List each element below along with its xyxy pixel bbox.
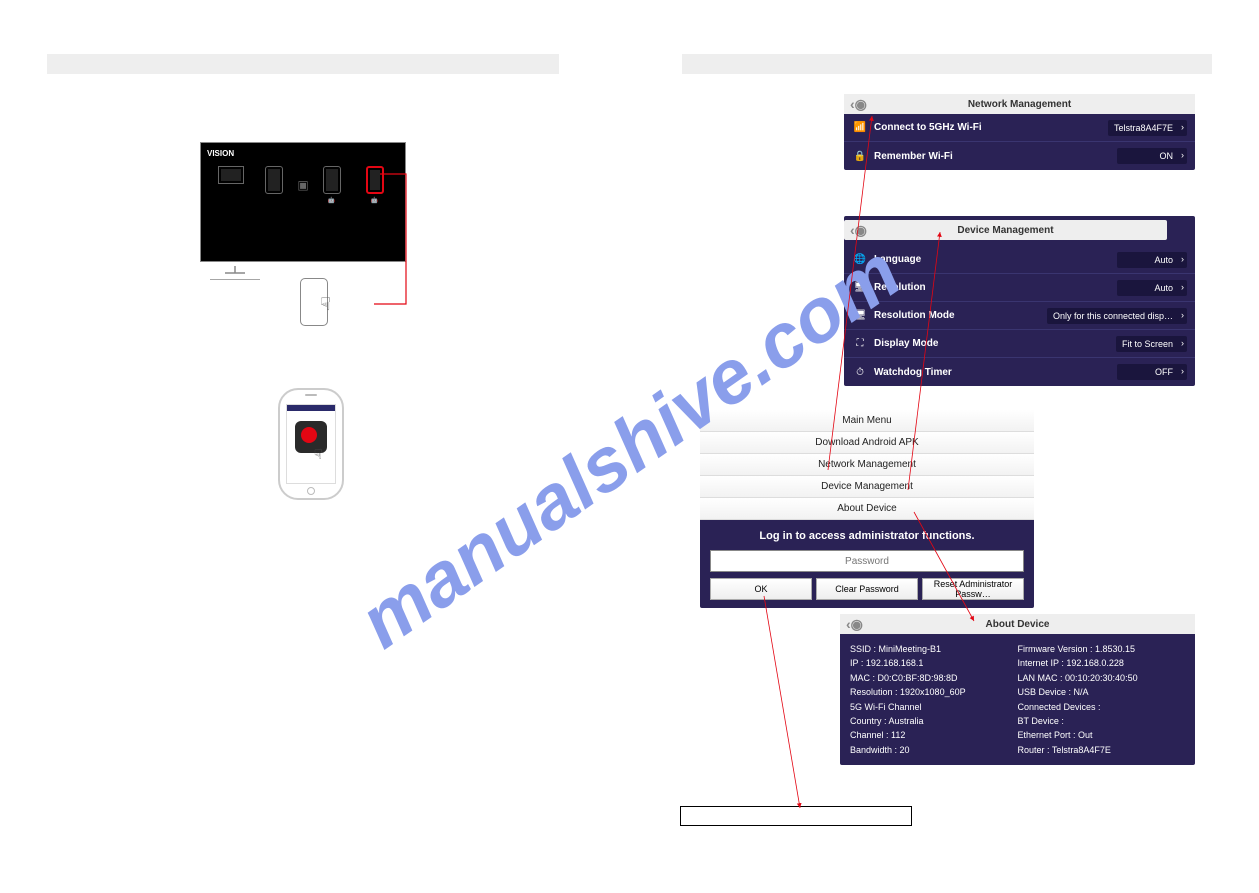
device-title: Device Management — [957, 225, 1053, 236]
header-bar-left — [47, 54, 559, 74]
row-icon: 🖥 — [852, 310, 868, 321]
back-icon[interactable]: ‹◉ — [850, 96, 867, 113]
phone-scan-diagram: ☟ — [300, 278, 328, 326]
phone-app-diagram: ☟ — [278, 388, 344, 500]
tv-option-pc — [211, 166, 251, 204]
device-row-0[interactable]: 🌐 LanguageAuto — [844, 246, 1195, 274]
connect-5ghz-label: Connect to 5GHz Wi-Fi — [874, 122, 1108, 133]
about-ip: IP : 192.168.168.1 — [850, 656, 1018, 670]
lock-icon: 🔒 — [852, 151, 868, 162]
back-icon[interactable]: ‹◉ — [846, 616, 863, 633]
row-value: Auto — [1117, 252, 1187, 268]
ok-button[interactable]: OK — [710, 578, 812, 600]
menu-item-1[interactable]: Download Android APK — [700, 432, 1034, 454]
password-input[interactable] — [710, 550, 1024, 572]
remember-wifi-value: ON — [1117, 148, 1187, 164]
device-panel-header: ‹◉ Device Management — [844, 220, 1167, 240]
about-device-panel: ‹◉ About Device SSID : MiniMeeting-B1 IP… — [840, 614, 1195, 765]
device-row-1[interactable]: 🖥 ResolutionAuto — [844, 274, 1195, 302]
row-icon: 🌐 — [852, 254, 868, 265]
row-icon: ⏱ — [852, 367, 868, 378]
tv-option-ios — [254, 166, 294, 204]
about-bandwidth: Bandwidth : 20 — [850, 743, 1018, 757]
row-icon: 🖥 — [852, 282, 868, 293]
about-channel: Channel : 112 — [850, 728, 1018, 742]
tv-stand — [200, 266, 270, 280]
about-panel-header: ‹◉ About Device — [840, 614, 1195, 634]
menu-item-2[interactable]: Network Management — [700, 454, 1034, 476]
about-left-column: SSID : MiniMeeting-B1 IP : 192.168.168.1… — [850, 642, 1018, 757]
about-right-column: Firmware Version : 1.8530.15 Internet IP… — [1018, 642, 1186, 757]
row-remember-wifi[interactable]: 🔒 Remember Wi-Fi ON — [844, 142, 1195, 170]
row-label: Display Mode — [874, 338, 1116, 349]
about-mac: MAC : D0:C0:BF:8D:98:8D — [850, 671, 1018, 685]
wifi-icon: 📶 — [852, 122, 868, 133]
tv-option-android-1: 🤖 — [312, 166, 352, 204]
network-panel-header: ‹◉ Network Management — [844, 94, 1195, 114]
back-icon[interactable]: ‹◉ — [850, 222, 867, 239]
remember-wifi-label: Remember Wi-Fi — [874, 151, 1117, 162]
about-bt: BT Device : — [1018, 714, 1186, 728]
row-label: Resolution Mode — [874, 310, 1047, 321]
about-ssid: SSID : MiniMeeting-B1 — [850, 642, 1018, 656]
about-connected: Connected Devices : — [1018, 700, 1186, 714]
row-value: Auto — [1117, 280, 1187, 296]
row-value: Fit to Screen — [1116, 336, 1187, 352]
about-router: Router : Telstra8A4F7E — [1018, 743, 1186, 757]
about-title: About Device — [986, 619, 1050, 630]
note-box — [680, 806, 912, 826]
row-label: Language — [874, 254, 1117, 265]
row-value: OFF — [1117, 364, 1187, 380]
hand-icon: ☟ — [320, 294, 331, 315]
about-country: Country : Australia — [850, 714, 1018, 728]
about-firmware: Firmware Version : 1.8530.15 — [1018, 642, 1186, 656]
device-row-4[interactable]: ⏱ Watchdog TimerOFF — [844, 358, 1195, 386]
about-resolution: Resolution : 1920x1080_60P — [850, 685, 1018, 699]
about-lan-mac: LAN MAC : 00:10:20:30:40:50 — [1018, 671, 1186, 685]
network-title: Network Management — [968, 99, 1071, 110]
about-ethernet: Ethernet Port : Out — [1018, 728, 1186, 742]
device-management-panel: ‹◉ Device Management 🌐LanguageAuto🖥Resol… — [844, 216, 1195, 386]
menu-item-0[interactable]: Main Menu — [700, 410, 1034, 432]
row-icon: ⛶ — [852, 338, 868, 349]
reset-admin-password-button[interactable]: Reset Administrator Passw… — [922, 578, 1024, 600]
row-label: Watchdog Timer — [874, 367, 1117, 378]
row-value: Only for this connected disp… — [1047, 308, 1187, 324]
login-message: Log in to access administrator functions… — [700, 520, 1034, 550]
device-row-3[interactable]: ⛶ Display ModeFit to Screen — [844, 330, 1195, 358]
about-internet-ip: Internet IP : 192.168.0.228 — [1018, 656, 1186, 670]
about-wifi-hdr: 5G Wi-Fi Channel — [850, 700, 1018, 714]
clear-password-button[interactable]: Clear Password — [816, 578, 918, 600]
network-management-panel: ‹◉ Network Management 📶 Connect to 5GHz … — [844, 94, 1195, 170]
row-connect-5ghz[interactable]: 📶 Connect to 5GHz Wi-Fi Telstra8A4F7E — [844, 114, 1195, 142]
connect-5ghz-value: Telstra8A4F7E — [1108, 120, 1187, 136]
menu-item-3[interactable]: Device Management — [700, 476, 1034, 498]
airplay-icon: ▣ — [297, 178, 308, 192]
menu-item-4[interactable]: About Device — [700, 498, 1034, 520]
tv-to-phone-line — [374, 160, 414, 320]
tv-brand: VISION — [207, 149, 399, 158]
main-menu-panel: Main MenuDownload Android APKNetwork Man… — [700, 410, 1034, 608]
device-row-2[interactable]: 🖥 Resolution ModeOnly for this connected … — [844, 302, 1195, 330]
about-usb: USB Device : N/A — [1018, 685, 1186, 699]
header-bar-right — [682, 54, 1212, 74]
row-label: Resolution — [874, 282, 1117, 293]
